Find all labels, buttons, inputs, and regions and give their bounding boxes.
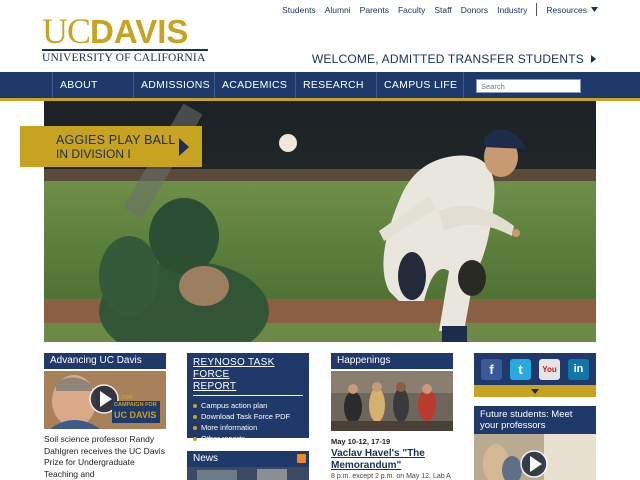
happenings-header[interactable]: Happenings [331,353,453,369]
bullet-icon [193,436,197,441]
advancing-video[interactable]: FOR CAMPAIGN FOR UC DAVIS [44,371,166,429]
task-force-links: Campus action plan Download Task Force P… [193,400,303,444]
nav-about[interactable]: ABOUT [52,72,133,98]
event-title[interactable]: Vaclav Havel's "The Memorandum" [331,448,453,472]
uc-davis-logo[interactable]: UC DAVIS UNIVERSITY OF CALIFORNIA [42,11,212,64]
twitter-icon[interactable]: t [510,358,531,380]
nav-research[interactable]: RESEARCH [295,72,376,98]
task-force-link-download: Download Task Force PDF [201,412,291,421]
advancing-section: Advancing UC Davis FOR CAMPAIGN FOR UC D… [44,353,166,480]
util-link-parents[interactable]: Parents [360,5,389,15]
event-subtext: 8 p.m. except 2 p.m. on May 12, Lab A [331,473,451,480]
search-input[interactable] [476,79,581,93]
logo-university: UNIVERSITY OF CALIFORNIA [42,52,206,64]
news-header[interactable]: News [187,451,309,467]
advancing-header[interactable]: Advancing UC Davis [44,353,166,369]
hero-banner[interactable]: AGGIES PLAY BALL IN DIVISION I [20,126,202,167]
facebook-icon[interactable]: f [481,358,502,380]
util-link-students[interactable]: Students [282,5,316,15]
linkedin-icon[interactable]: in [568,358,589,380]
task-force-title-line1: REYNOSO TASK FORCE [193,357,275,380]
utility-nav: Students Alumni Parents Faculty Staff Do… [273,3,598,16]
future-students-header[interactable]: Future students: Meet your professors [474,406,596,434]
util-link-donors[interactable]: Donors [461,5,488,15]
play-arrow-icon [179,138,189,156]
list-item[interactable]: Campus action plan [193,400,303,411]
event-date: May 10-12, 17-19 [331,437,391,446]
advancing-video-thumb [44,371,166,429]
task-force-link-action-plan: Campus action plan [201,401,268,410]
social-expand[interactable] [474,385,596,397]
chevron-down-icon [591,7,598,12]
welcome-text: WELCOME, ADMITTED TRANSFER STUDENTS [311,52,584,66]
advancing-body: Soil science professor Randy Dahlgren re… [44,434,165,479]
task-force-title[interactable]: REYNOSO TASK FORCE REPORT [193,357,303,393]
list-item[interactable]: Download Task Force PDF [193,411,303,422]
bullet-icon [193,425,197,430]
campaign-text-brand: UC DAVIS [114,410,157,420]
happenings-image[interactable] [331,371,453,431]
util-separator [536,3,538,16]
util-link-staff[interactable]: Staff [434,5,451,15]
nav-academics[interactable]: ACADEMICS [214,72,295,98]
bullet-icon [193,403,197,408]
event-title-line2: Memorandum" [331,460,402,471]
task-force-link-other: Other reports [201,434,246,443]
social-bar: f t You in [474,353,596,385]
resources-label: Resources [546,4,587,15]
future-video-thumb [474,434,596,480]
util-link-faculty[interactable]: Faculty [398,5,425,15]
task-force-box: REYNOSO TASK FORCE REPORT Campus action … [187,353,309,443]
happenings-section: Happenings May 10-12, 17-19 Vaclav Havel… [331,353,453,480]
event-title-line1: Vaclav Havel's "The [331,448,425,459]
hero-banner-line1: AGGIES PLAY BALL [56,132,176,147]
chevron-down-icon [531,388,539,394]
news-label: News [193,453,219,464]
logo-davis: DAVIS [90,13,189,50]
list-item[interactable]: More information [193,422,303,433]
youtube-icon[interactable]: You [539,358,560,380]
news-thumb [187,467,309,480]
hero-banner-line2: IN DIVISION I [56,146,131,161]
nav-admissions[interactable]: ADMISSIONS [133,72,214,98]
welcome-link[interactable]: WELCOME, ADMITTED TRANSFER STUDENTS [312,52,596,66]
bullet-icon [193,414,197,419]
happenings-photo [331,371,453,431]
util-link-industry[interactable]: Industry [497,5,527,15]
main-nav: ABOUT ADMISSIONS ACADEMICS RESEARCH CAMP… [52,72,464,98]
campaign-text-top: FOR [122,395,133,401]
rss-icon[interactable] [297,454,306,463]
logo-uc: UC [42,11,91,51]
resources-dropdown[interactable]: Resources [546,5,598,15]
task-force-link-more: More information [201,423,258,432]
list-item[interactable]: Other reports [193,433,303,444]
chevron-right-icon [591,55,596,63]
util-link-alumni[interactable]: Alumni [325,5,351,15]
future-students-video[interactable] [474,434,596,480]
right-column: f t You in Future students: Meet your pr… [474,353,596,480]
task-force-divider [193,395,303,396]
nav-campus-life[interactable]: CAMPUS LIFE [376,72,464,98]
campaign-text-mid: CAMPAIGN FOR [114,402,157,408]
task-force-title-line2: REPORT [193,381,237,392]
news-image-strip[interactable] [187,467,309,480]
